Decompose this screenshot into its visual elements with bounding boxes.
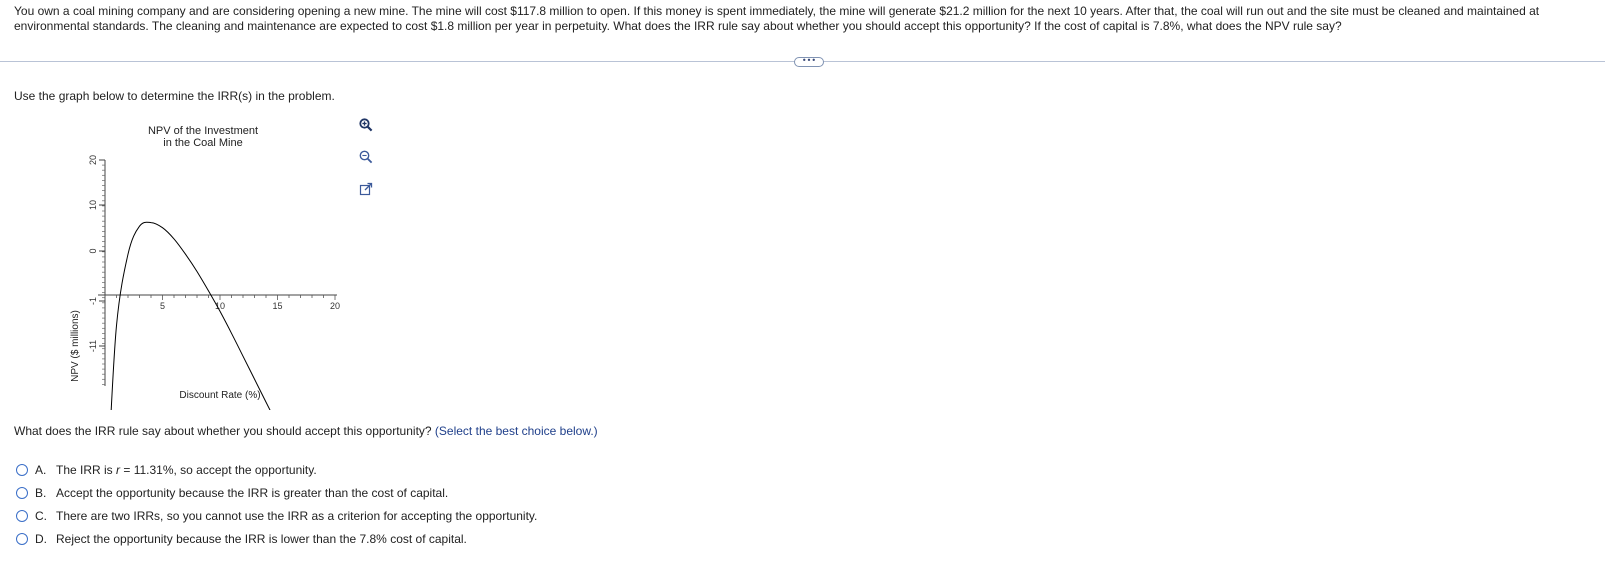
y-axis-label: NPV ($ millions) [70, 310, 81, 382]
choice-c-letter: C. [35, 508, 47, 523]
irr-question-text: What does the IRR rule say about whether… [14, 424, 432, 438]
x-tick-label: 10 [215, 301, 225, 311]
irr-question: What does the IRR rule say about whether… [14, 424, 598, 438]
zoom-in-icon [359, 118, 373, 132]
radio-a[interactable] [16, 463, 28, 476]
y-axis: 20 10 0 -1 -11 [88, 155, 106, 386]
irr-question-hint: (Select the best choice below.) [434, 424, 598, 438]
popout-button[interactable] [355, 178, 377, 200]
x-tick-label: 5 [160, 301, 165, 311]
choice-a-letter: A. [35, 462, 47, 477]
more-button[interactable]: ••• [794, 57, 824, 67]
chart-title-line-1: NPV of the Investment [148, 125, 258, 137]
radio-d[interactable] [16, 532, 28, 545]
y-tick-label: 0 [88, 248, 98, 253]
choice-a-post: = 11.31%, so accept the opportunity. [120, 462, 317, 477]
choice-d-letter: D. [35, 531, 47, 546]
choice-b-text: Accept the opportunity because the IRR i… [56, 485, 449, 500]
x-axis-label: Discount Rate (%) [179, 390, 260, 401]
radio-c[interactable] [16, 509, 28, 522]
choice-b-letter: B. [35, 485, 47, 500]
radio-b[interactable] [16, 486, 28, 499]
y-tick-label: -11 [88, 340, 98, 352]
choice-a[interactable]: A. The IRR is r = 11.31%, so accept the … [16, 458, 537, 481]
choice-c[interactable]: C. There are two IRRs, so you cannot use… [16, 504, 537, 527]
question-text: You own a coal mining company and are co… [14, 4, 1540, 33]
graph-instruction: Use the graph below to determine the IRR… [14, 89, 335, 103]
x-tick-label: 20 [330, 301, 340, 311]
choice-d-text: Reject the opportunity because the IRR i… [56, 531, 467, 546]
choice-d[interactable]: D. Reject the opportunity because the IR… [16, 527, 537, 550]
choice-c-text: There are two IRRs, so you cannot use th… [56, 508, 538, 523]
zoom-out-button[interactable] [355, 146, 377, 168]
chart-title-line-2: in the Coal Mine [163, 137, 243, 149]
choice-b[interactable]: B. Accept the opportunity because the IR… [16, 481, 537, 504]
external-link-icon [359, 182, 373, 196]
choice-a-pre: The IRR is [56, 462, 117, 477]
answer-choices: A. The IRR is r = 11.31%, so accept the … [16, 458, 537, 550]
zoom-out-icon [359, 150, 373, 164]
npv-curve [110, 221, 271, 410]
y-tick-label: 20 [88, 155, 98, 165]
y-tick-label: 10 [88, 200, 98, 210]
npv-chart: NPV of the Investment in the Coal Mine N… [70, 125, 340, 410]
choice-a-text: The IRR is r = 11.31%, so accept the opp… [56, 463, 317, 477]
x-tick-label: 15 [272, 301, 282, 311]
y-tick-label: -1 [88, 297, 98, 305]
zoom-in-button[interactable] [355, 114, 377, 136]
